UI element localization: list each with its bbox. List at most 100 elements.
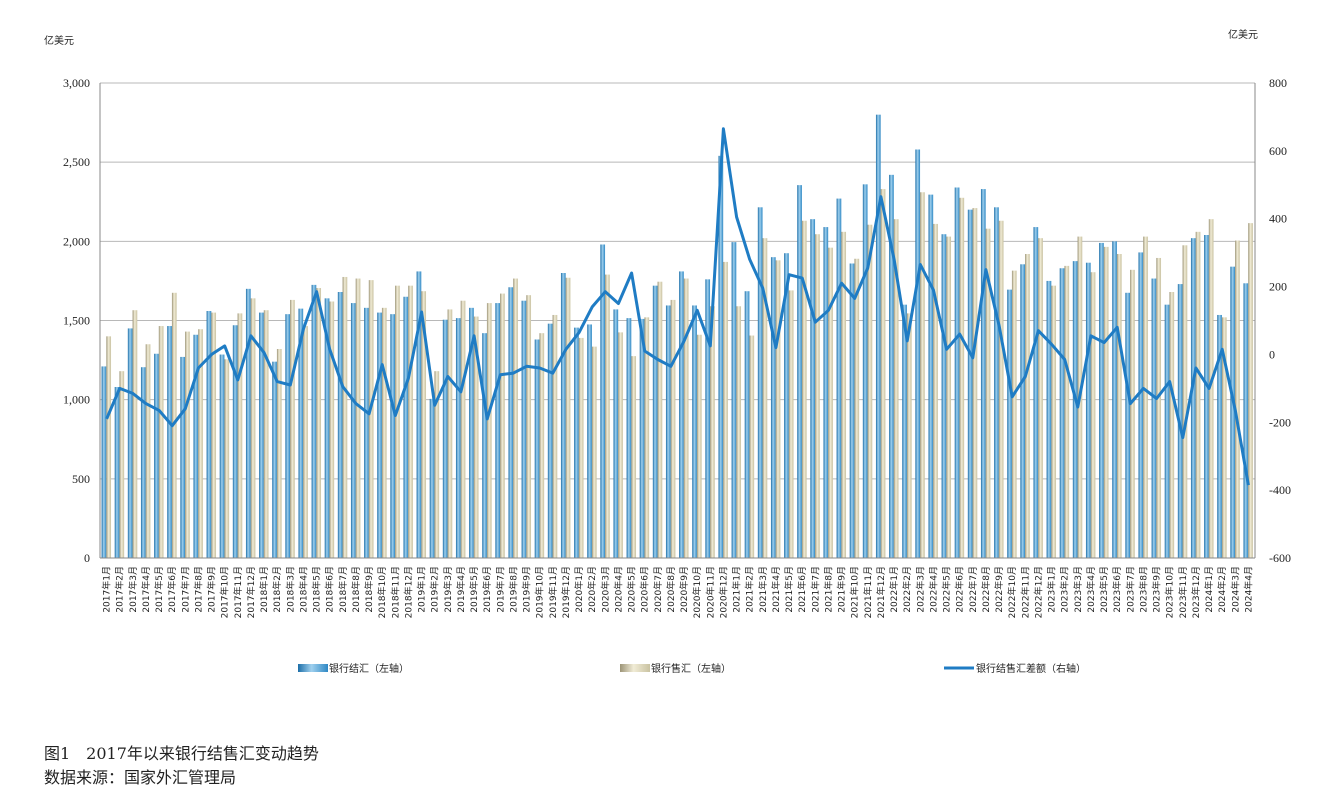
x-tick-label: 2023年3月 <box>1072 566 1084 613</box>
bar-sales <box>1156 257 1162 558</box>
bar-sales <box>290 299 295 558</box>
bar-series <box>101 114 1253 559</box>
bar-sales <box>1143 236 1148 559</box>
x-tick-label: 2019年1月 <box>416 566 428 613</box>
legend-item-settlement: 银行结汇（左轴） <box>298 662 409 675</box>
bar-sales <box>880 189 886 559</box>
bar-sales <box>1011 270 1017 558</box>
x-tick-label: 2022年12月 <box>1032 566 1044 618</box>
x-tick-label: 2018年4月 <box>297 566 309 613</box>
right-tick-label: -400 <box>1269 483 1291 497</box>
bar-sales <box>355 278 361 558</box>
bar-settlement <box>862 184 868 559</box>
bar-settlement <box>770 257 776 558</box>
bar-sales <box>211 312 217 558</box>
left-tick-label: 0 <box>84 551 90 565</box>
bar-settlement <box>245 288 251 558</box>
bar-settlement <box>350 303 356 558</box>
bar-settlement <box>1164 304 1170 558</box>
bar-settlement <box>994 207 999 558</box>
x-tick-label: 2023年6月 <box>1111 566 1123 613</box>
bar-settlement <box>587 324 592 558</box>
bar-settlement <box>1046 280 1052 558</box>
x-tick-label: 2021年12月 <box>875 566 887 618</box>
bar-settlement <box>875 114 881 559</box>
bar-settlement <box>167 326 172 558</box>
x-tick-label: 2018年9月 <box>363 566 375 613</box>
x-tick-label: 2019年10月 <box>534 566 546 618</box>
x-tick-label: 2021年5月 <box>783 566 795 613</box>
x-tick-label: 2022年6月 <box>954 566 966 613</box>
bar-sales <box>972 208 978 559</box>
bar-sales <box>1051 285 1057 558</box>
legend-label-balance: 银行结售汇差额（右轴） <box>976 662 1086 675</box>
x-tick-label: 2018年7月 <box>337 566 349 613</box>
bar-sales <box>224 359 230 558</box>
bar-sales <box>736 306 742 558</box>
x-tick-label: 2018年2月 <box>271 566 283 613</box>
bar-settlement <box>311 284 317 558</box>
figure-source: 数据来源：国家外汇管理局 <box>44 768 237 787</box>
bar-sales <box>1130 269 1135 558</box>
bar-settlement <box>639 318 645 558</box>
x-tick-label: 2020年7月 <box>652 566 664 613</box>
bar-sales <box>132 310 138 558</box>
x-tick-label: 2021年7月 <box>809 566 821 613</box>
x-tick-label: 2023年8月 <box>1137 566 1149 613</box>
legend-item-sales: 银行售汇（左轴） <box>620 662 731 675</box>
bar-sales <box>237 313 243 558</box>
bar-sales <box>998 220 1004 558</box>
bar-sales <box>1169 292 1175 558</box>
x-tick-label: 2018年5月 <box>311 566 323 613</box>
right-axis-unit: 亿美元 <box>1228 28 1258 41</box>
bar-sales <box>1090 272 1096 558</box>
x-tick-label: 2017年11月 <box>232 566 244 618</box>
left-tick-label: 1,500 <box>63 314 90 328</box>
x-axis-ticks: 2017年1月 2017年2月 2017年3月 2017年4月 2017年5月 2017年… <box>101 566 1255 618</box>
bar-settlement <box>442 319 448 558</box>
x-tick-label: 2020年12月 <box>717 566 729 618</box>
x-tick-label: 2021年6月 <box>796 566 808 613</box>
bar-sales <box>946 236 952 559</box>
bar-settlement <box>377 312 382 558</box>
x-tick-label: 2020年8月 <box>665 566 677 613</box>
right-tick-label: 200 <box>1269 280 1287 294</box>
left-tick-label: 2,000 <box>63 234 90 248</box>
bar-settlement <box>101 366 107 558</box>
bar-settlement <box>626 318 632 558</box>
x-tick-label: 2024年3月 <box>1229 566 1241 613</box>
x-tick-label: 2021年8月 <box>822 566 834 613</box>
bar-sales <box>631 356 637 558</box>
bar-settlement <box>1072 261 1078 558</box>
x-tick-label: 2020年11月 <box>704 566 716 618</box>
bar-sales <box>565 277 571 558</box>
bar-settlement <box>836 198 842 559</box>
bar-settlement <box>679 271 684 558</box>
legend-item-balance: 银行结售汇差额（右轴） <box>944 662 1086 675</box>
x-tick-label: 2018年8月 <box>350 566 362 613</box>
bar-settlement <box>1138 252 1144 558</box>
bar-settlement <box>652 285 658 558</box>
x-tick-label: 2018年3月 <box>284 566 296 613</box>
bar-sales <box>263 310 269 558</box>
x-tick-label: 2022年11月 <box>1019 566 1031 618</box>
x-tick-label: 2022年5月 <box>941 566 953 613</box>
bar-sales <box>670 299 676 558</box>
left-tick-label: 500 <box>72 472 90 486</box>
x-tick-label: 2020年1月 <box>573 566 585 613</box>
bar-settlement <box>390 314 396 558</box>
x-tick-label: 2023年10月 <box>1164 566 1176 618</box>
bar-sales <box>618 332 623 558</box>
x-tick-label: 2022年2月 <box>901 566 913 613</box>
bar-sales <box>329 301 335 558</box>
x-tick-label: 2020年4月 <box>612 566 624 613</box>
bar-settlement <box>232 325 238 558</box>
legend-swatch-settlement <box>298 664 328 672</box>
bar-sales <box>749 335 755 558</box>
legend-label-sales: 银行售汇（左轴） <box>651 662 731 675</box>
x-tick-label: 2022年7月 <box>967 566 979 613</box>
right-tick-label: -200 <box>1269 415 1291 429</box>
bar-settlement <box>140 367 146 558</box>
bar-settlement <box>1125 292 1131 558</box>
bar-sales <box>683 278 689 558</box>
